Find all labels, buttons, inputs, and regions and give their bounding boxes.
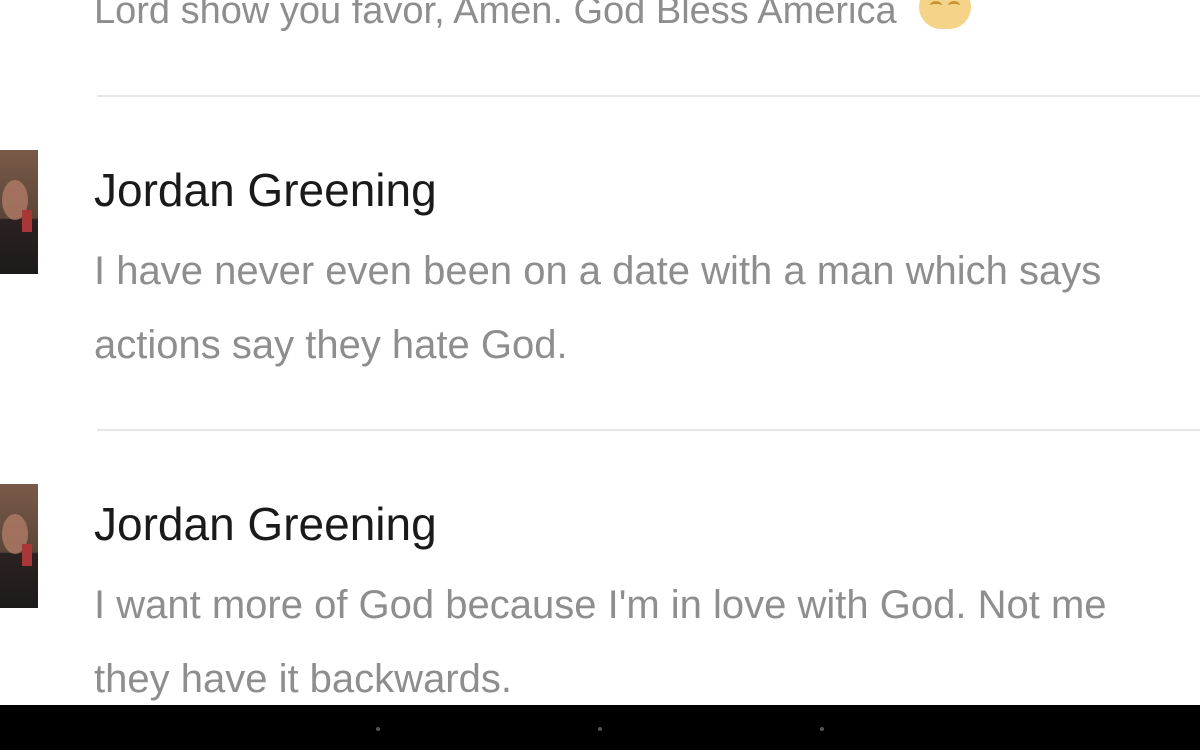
navigation-bar	[0, 705, 1200, 750]
comment-feed[interactable]: Lord show you favor, Amen. God Bless Ame…	[0, 0, 1200, 705]
comment-author[interactable]: Jordan Greening	[94, 494, 437, 554]
comment-screen: Lord show you favor, Amen. God Bless Ame…	[0, 0, 1200, 750]
previous-comment-text: Lord show you favor, Amen. God Bless Ame…	[94, 0, 972, 41]
comment-divider	[97, 429, 1200, 431]
home-icon[interactable]	[598, 727, 602, 731]
comment-text-line: I want more of God because I'm in love w…	[94, 583, 1107, 627]
avatar[interactable]	[0, 150, 38, 274]
comment-text-line: they have it backwards.	[94, 657, 512, 701]
comment-author[interactable]: Jordan Greening	[94, 160, 437, 220]
recent-apps-icon[interactable]	[820, 727, 824, 731]
comment-text-line: I have never even been on a date with a …	[94, 249, 1102, 293]
back-icon[interactable]	[376, 727, 380, 731]
previous-comment-body: Lord show you favor, Amen. God Bless Ame…	[94, 0, 897, 32]
smiling-face-icon	[919, 0, 972, 29]
comment-text-line: actions say they hate God.	[94, 323, 568, 367]
avatar[interactable]	[0, 484, 38, 608]
comment-divider	[97, 95, 1200, 97]
